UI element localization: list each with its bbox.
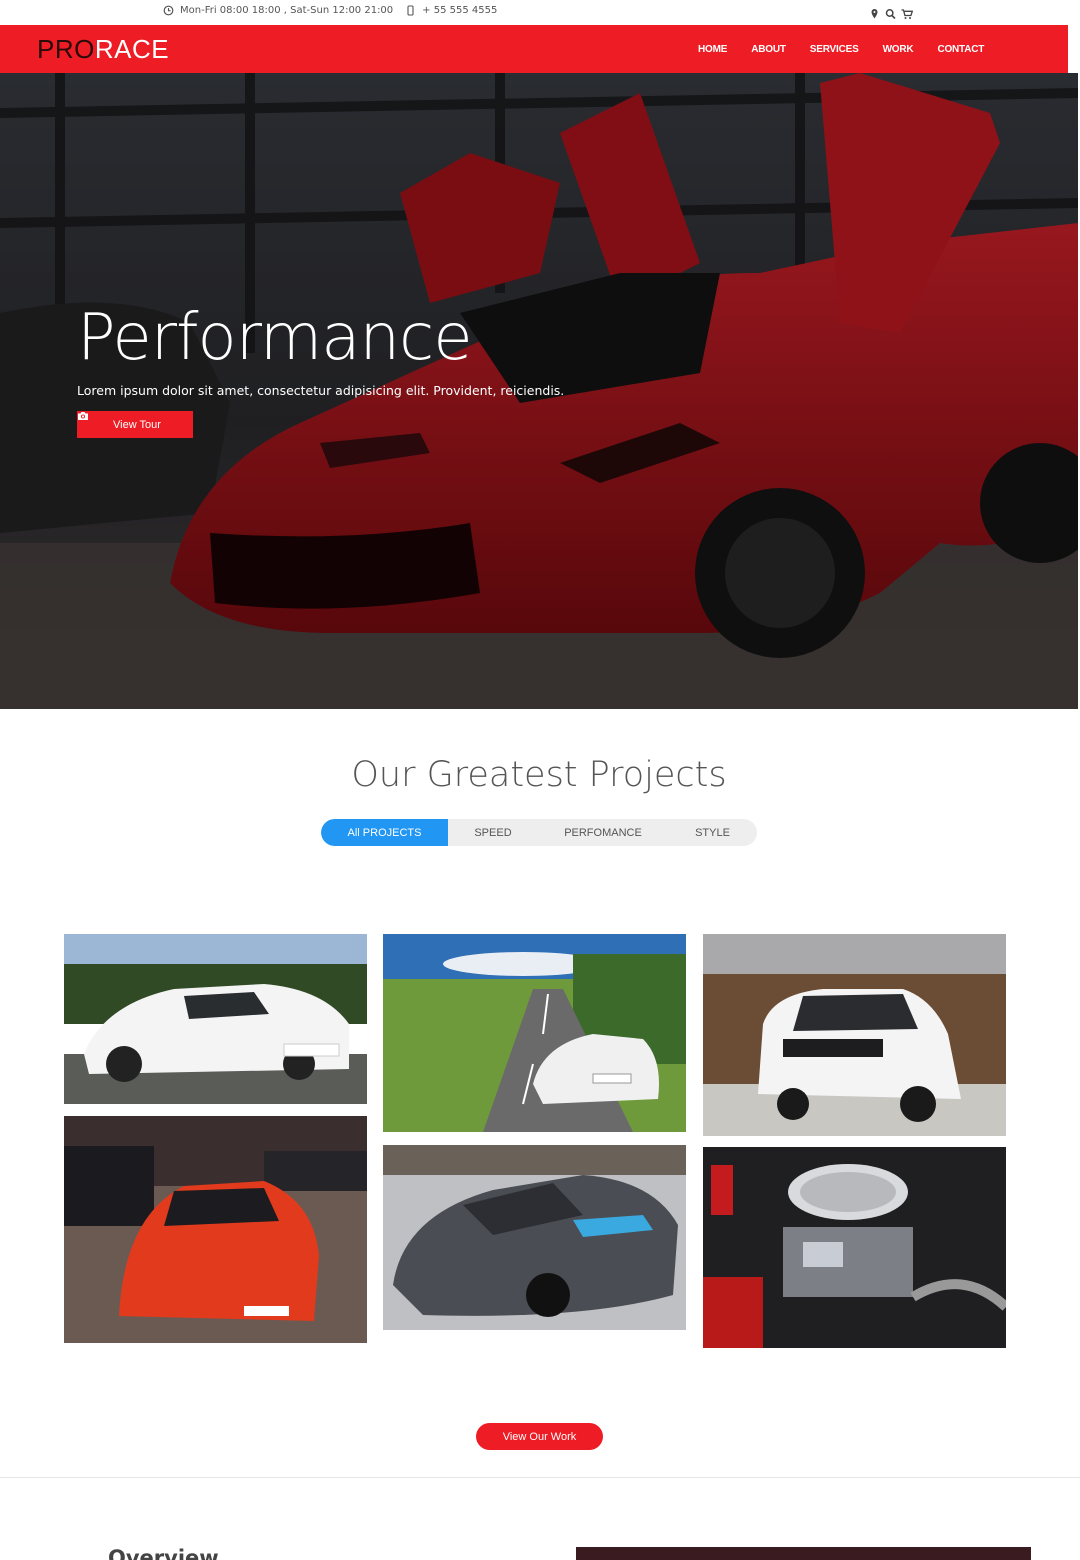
- overview-image: [576, 1547, 1031, 1560]
- opening-hours: Mon-Fri 08:00 18:00 , Sat-Sun 12:00 21:0…: [180, 5, 394, 16]
- view-tour-label: View Tour: [113, 418, 161, 431]
- projects-title: Our Greatest Projects: [351, 755, 727, 795]
- view-tour-button[interactable]: View Tour: [77, 411, 193, 438]
- clock-icon: [163, 5, 174, 16]
- map-marker-icon[interactable]: [869, 5, 880, 19]
- nav-home[interactable]: HOME: [698, 44, 727, 55]
- filter-speed[interactable]: SPEED: [448, 819, 538, 846]
- nav-about[interactable]: ABOUT: [751, 44, 786, 55]
- mobile-icon: [405, 5, 416, 16]
- project-filter-bar: All PROJECTS SPEED PERFOMANCE STYLE: [321, 819, 757, 846]
- project-image-white-mercedes[interactable]: [64, 934, 367, 1104]
- nav-menu: HOME ABOUT SERVICES WORK CONTACT: [698, 44, 984, 55]
- nav-work[interactable]: WORK: [883, 44, 914, 55]
- top-info-bar: Mon-Fri 08:00 18:00 , Sat-Sun 12:00 21:0…: [0, 0, 1080, 25]
- site-logo[interactable]: PRORACE: [37, 34, 169, 65]
- phone-number: + 55 555 4555: [422, 5, 498, 16]
- hero-title: Performance: [77, 301, 473, 375]
- nav-contact[interactable]: CONTACT: [937, 44, 984, 55]
- project-image-grey-corvette[interactable]: [383, 1145, 686, 1330]
- main-navbar: PRORACE HOME ABOUT SERVICES WORK CONTACT: [0, 25, 1068, 73]
- project-image-audi-road[interactable]: [383, 934, 686, 1132]
- cart-icon[interactable]: [901, 5, 914, 19]
- project-image-red-ferrari[interactable]: [64, 1116, 367, 1343]
- filter-perfomance[interactable]: PERFOMANCE: [538, 819, 668, 846]
- project-image-white-jeep[interactable]: [703, 934, 1006, 1136]
- hero-banner: Performance Lorem ipsum dolor sit amet, …: [0, 73, 1078, 709]
- nav-services[interactable]: SERVICES: [810, 44, 859, 55]
- topbar-icons: [869, 5, 914, 20]
- logo-race: RACE: [94, 34, 170, 64]
- overview-title: Overview: [108, 1546, 219, 1560]
- project-image-v8-engine[interactable]: [703, 1147, 1006, 1348]
- logo-pro: PRO: [37, 34, 95, 64]
- hero-text: Lorem ipsum dolor sit amet, consectetur …: [77, 383, 565, 398]
- filter-style[interactable]: STYLE: [668, 819, 757, 846]
- contact-info: Mon-Fri 08:00 18:00 , Sat-Sun 12:00 21:0…: [163, 5, 497, 16]
- filter-all-projects[interactable]: All PROJECTS: [321, 819, 448, 846]
- search-icon[interactable]: [885, 5, 896, 20]
- view-our-work-button[interactable]: View Our Work: [476, 1423, 603, 1450]
- section-divider: [0, 1477, 1080, 1478]
